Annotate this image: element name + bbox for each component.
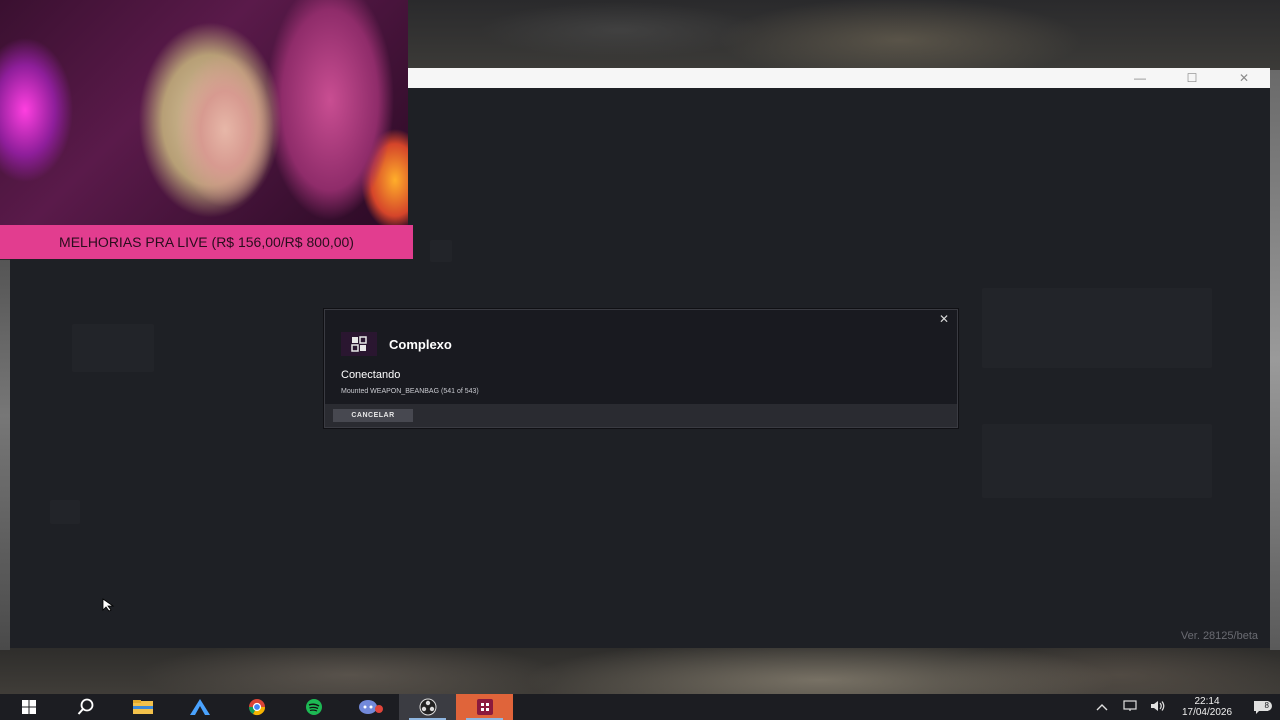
mouse-cursor-icon — [102, 598, 116, 617]
donation-goal-text: MELHORIAS PRA LIVE (R$ 156,00/R$ 800,00) — [59, 234, 354, 250]
arduino-icon[interactable] — [171, 694, 228, 720]
volume-icon[interactable] — [1144, 700, 1172, 715]
start-icon[interactable] — [0, 694, 57, 720]
discord-icon[interactable] — [342, 694, 399, 720]
title-bar[interactable]: — ☐ ✕ — [408, 68, 1270, 88]
clock[interactable]: 22:14 17/04/2026 — [1172, 696, 1242, 718]
version-label: Ver. 28125/beta — [1180, 630, 1258, 642]
wallpaper-edge — [1270, 70, 1280, 650]
fivem-icon[interactable] — [456, 694, 513, 720]
clock-time: 22:14 — [1194, 696, 1220, 707]
taskbar: 22:14 17/04/2026 8 — [0, 694, 1280, 720]
chevron-up-icon[interactable] — [1088, 700, 1116, 714]
dialog-footer: CANCELAR — [325, 404, 957, 427]
obs-icon[interactable] — [399, 694, 456, 720]
file-explorer-icon[interactable] — [114, 694, 171, 720]
server-name: Complexo — [389, 336, 452, 352]
minimize-button[interactable]: — — [1114, 68, 1166, 88]
donation-goal-banner: MELHORIAS PRA LIVE (R$ 156,00/R$ 800,00) — [0, 225, 413, 259]
desktop: — ☐ ✕ Ver. 28125/beta MELHORIAS PRA LIVE… — [0, 0, 1280, 720]
connecting-dialog: ✕ Complexo Conectando Mounted WEAPON_BEA… — [324, 309, 958, 428]
dialog-header: Complexo — [341, 332, 452, 356]
network-icon[interactable] — [1116, 699, 1144, 715]
status-title: Conectando — [341, 369, 401, 381]
close-icon[interactable]: ✕ — [939, 312, 949, 326]
status-detail: Mounted WEAPON_BEANBAG (541 of 543) — [341, 388, 479, 395]
maximize-button[interactable]: ☐ — [1166, 68, 1218, 88]
wallpaper-edge — [0, 260, 10, 650]
notification-icon[interactable]: 8 — [1242, 700, 1280, 714]
search-icon[interactable] — [57, 694, 114, 720]
webcam-feed — [0, 0, 408, 225]
cancel-button[interactable]: CANCELAR — [333, 409, 413, 422]
spotify-icon[interactable] — [285, 694, 342, 720]
server-logo-icon — [341, 332, 377, 356]
notification-count-badge: 8 — [1261, 701, 1272, 711]
chrome-icon[interactable] — [228, 694, 285, 720]
clock-date: 17/04/2026 — [1181, 707, 1233, 718]
system-tray: 22:14 17/04/2026 8 — [1088, 694, 1280, 720]
close-window-button[interactable]: ✕ — [1218, 68, 1270, 88]
